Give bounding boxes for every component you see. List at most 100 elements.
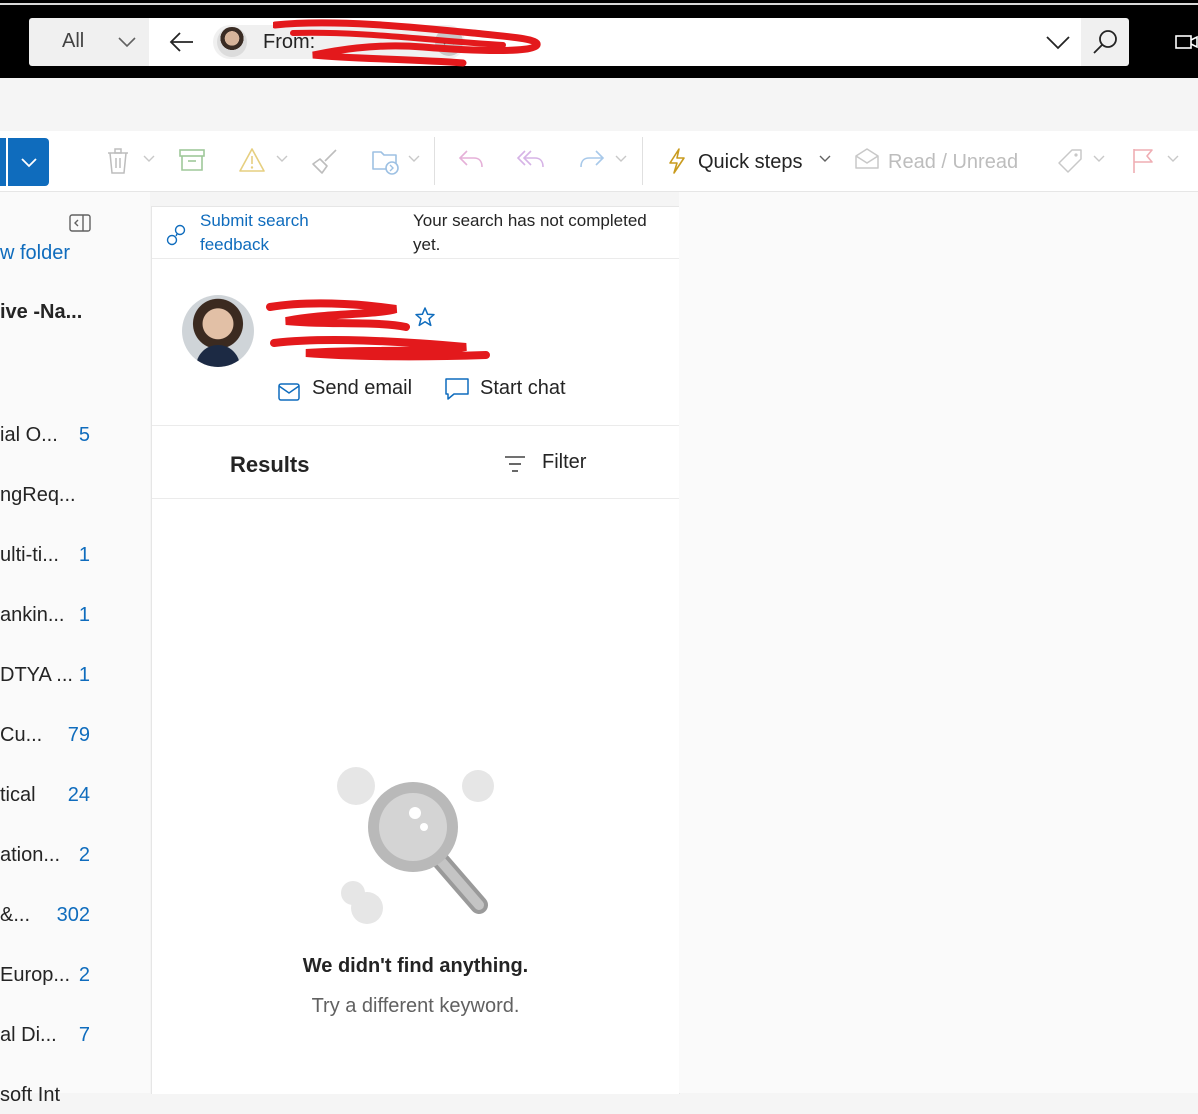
flag-icon[interactable]: [1131, 147, 1155, 175]
submit-feedback-link[interactable]: Submit search feedback: [200, 209, 340, 257]
archive-icon[interactable]: [179, 147, 205, 173]
send-email-label: Send email: [312, 377, 413, 399]
magnifier-illustration-icon: [337, 767, 494, 924]
tag-icon[interactable]: [1056, 147, 1084, 175]
new-mail-split-button[interactable]: [0, 138, 49, 186]
unread-count: 5: [78, 424, 90, 446]
folder-name: ngReq...: [0, 484, 76, 506]
folder-name: ulti-ti...: [0, 544, 59, 566]
results-header: Results Filter: [152, 426, 679, 499]
folder-item[interactable]: &... 302: [0, 894, 150, 934]
top-border: [0, 3, 1198, 5]
unread-count: 1: [78, 544, 90, 566]
feedback-icon: [166, 224, 186, 246]
redaction-scribble: [266, 299, 490, 361]
chevron-down-icon[interactable]: [408, 155, 420, 163]
folder-item[interactable]: ation... 2: [0, 834, 150, 874]
chevron-down-icon[interactable]: [276, 155, 288, 163]
reply-icon[interactable]: [457, 147, 485, 171]
empty-state-title: We didn't find anything.: [302, 955, 529, 977]
folder-name: tical: [0, 784, 36, 806]
unread-count: 7: [78, 1024, 90, 1046]
forward-icon[interactable]: [578, 147, 606, 171]
search-feedback-bar: Submit search feedback Your search has n…: [152, 207, 679, 259]
folder-name: Europ...: [0, 964, 71, 986]
search-input[interactable]: From:: [149, 18, 1081, 67]
chip-remove-button[interactable]: [435, 28, 463, 56]
folder-name: soft Int: [0, 1084, 61, 1106]
reading-pane: [679, 192, 1198, 1093]
folder-item[interactable]: ial O... 5: [0, 414, 150, 454]
unread-count: 1: [78, 604, 90, 626]
chevron-down-icon[interactable]: [143, 155, 155, 163]
envelope-open-icon: [855, 148, 879, 169]
command-ribbon: Quick steps Read / Unread: [0, 131, 1198, 192]
quick-steps-label: Quick steps: [698, 151, 803, 173]
search-scope-label: All: [62, 30, 85, 52]
unread-count: 302: [56, 904, 90, 926]
search-status-text: Your search has not completed yet.: [413, 211, 647, 254]
folder-item[interactable]: ankin... 1: [0, 594, 150, 634]
chevron-down-icon: [118, 37, 136, 48]
person-card: Send email Start chat: [152, 259, 679, 426]
folder-item[interactable]: ngReq...: [0, 474, 150, 514]
favorite-star-icon[interactable]: [414, 306, 436, 328]
close-icon: [443, 37, 455, 45]
move-to-folder-icon[interactable]: [371, 147, 401, 175]
unread-count: 2: [78, 844, 90, 866]
folder-name: ankin...: [0, 604, 65, 626]
sweep-broom-icon[interactable]: [311, 147, 339, 175]
person-avatar: [182, 295, 254, 367]
folder-pane: w folder ive -Na... ial O... 5 ngReq... …: [0, 192, 150, 1106]
folder-name: ation...: [0, 844, 61, 866]
send-email-button[interactable]: Send email: [276, 373, 426, 405]
search-scope-dropdown[interactable]: All: [29, 18, 149, 66]
folder-item[interactable]: al Di... 7: [0, 1014, 150, 1054]
chat-icon: [445, 378, 469, 400]
folder-name: ial O...: [0, 424, 58, 446]
filter-icon: [505, 456, 525, 472]
chevron-down-icon: [21, 158, 37, 168]
search-results-pane: Submit search feedback Your search has n…: [151, 206, 680, 1094]
collapse-pane-icon[interactable]: [69, 214, 91, 232]
search-icon: [1093, 30, 1117, 54]
ribbon-divider: [434, 137, 435, 185]
filter-label: Filter: [542, 451, 587, 473]
folder-item[interactable]: DTYA ... 1: [0, 654, 150, 694]
report-warning-icon[interactable]: [238, 147, 266, 173]
unread-count: 1: [78, 664, 90, 686]
reply-all-icon[interactable]: [516, 147, 546, 171]
new-folder-link[interactable]: w folder: [0, 242, 70, 265]
account-name[interactable]: ive -Na...: [0, 301, 82, 324]
chip-label: From:: [263, 31, 316, 53]
folder-name: al Di...: [0, 1024, 57, 1046]
unread-count: 2: [78, 964, 90, 986]
split-divider: [6, 138, 8, 186]
unread-count: 24: [67, 784, 90, 806]
read-unread-button[interactable]: Read / Unread: [854, 131, 1034, 191]
chevron-down-icon[interactable]: [615, 155, 627, 163]
video-call-icon[interactable]: [1175, 33, 1198, 51]
start-chat-label: Start chat: [480, 377, 566, 399]
folder-name: DTYA ...: [0, 664, 73, 686]
folder-item[interactable]: Europ... 2: [0, 954, 150, 994]
quick-steps-button[interactable]: Quick steps: [664, 131, 834, 191]
mail-icon: [278, 383, 300, 401]
folder-name: &...: [0, 904, 31, 926]
chevron-down-icon[interactable]: [1093, 155, 1105, 163]
delete-icon[interactable]: [106, 147, 130, 175]
search-button[interactable]: [1081, 18, 1129, 66]
chevron-down-icon: [819, 155, 831, 162]
folder-item[interactable]: soft Int: [0, 1074, 150, 1114]
start-chat-button[interactable]: Start chat: [442, 373, 582, 405]
unread-count: 79: [67, 724, 90, 746]
filter-button[interactable]: Filter: [502, 444, 602, 484]
folder-item[interactable]: tical 24: [0, 774, 150, 814]
chevron-down-icon[interactable]: [1167, 155, 1179, 163]
back-arrow-icon[interactable]: [169, 30, 195, 54]
chevron-down-icon[interactable]: [1045, 33, 1071, 51]
empty-state-subtitle: Try a different keyword.: [311, 995, 520, 1017]
search-filter-chip[interactable]: From:: [213, 19, 541, 67]
folder-item[interactable]: ulti-ti... 1: [0, 534, 150, 574]
folder-item[interactable]: Cu... 79: [0, 714, 150, 754]
